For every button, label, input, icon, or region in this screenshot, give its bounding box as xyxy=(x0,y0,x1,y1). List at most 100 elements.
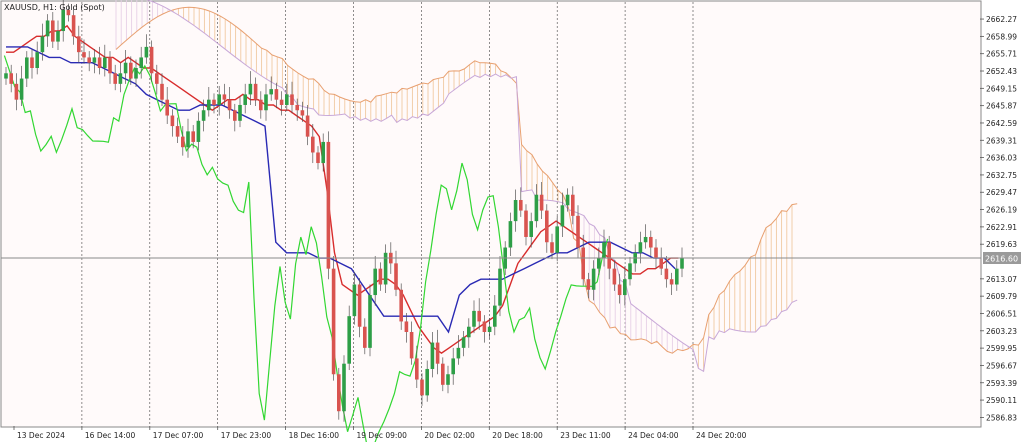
price-tick-label: 2603.23 xyxy=(986,327,1017,336)
candle-body xyxy=(524,210,528,237)
candle-body xyxy=(649,236,653,248)
candle-body xyxy=(612,268,617,285)
candle-body xyxy=(342,363,346,412)
price-tick-label: 2662.27 xyxy=(986,15,1017,24)
price-tick-label: 2590.11 xyxy=(986,396,1017,405)
candle-body xyxy=(253,83,258,100)
time-tick-label: 23 Dec 11:00 xyxy=(560,431,611,440)
candle-body xyxy=(399,289,403,322)
time-tick-label: 24 Dec 20:00 xyxy=(696,431,747,440)
candle-body xyxy=(472,310,476,327)
candle-body xyxy=(326,141,331,269)
candle-body xyxy=(555,226,559,253)
candle-body xyxy=(274,89,279,100)
candle-body xyxy=(513,200,518,222)
candle-body xyxy=(233,110,237,121)
candle-body xyxy=(441,363,445,385)
candle-body xyxy=(519,200,523,211)
time-tick-label: 13 Dec 2024 xyxy=(17,431,65,440)
candle-body xyxy=(217,94,221,105)
candle-body xyxy=(623,279,627,296)
candle-body xyxy=(638,242,643,253)
candle-body xyxy=(628,263,632,280)
candle-body xyxy=(347,316,351,364)
candle-body xyxy=(456,347,461,359)
candle-body xyxy=(643,236,648,243)
candle-body xyxy=(576,215,580,248)
candle-body xyxy=(675,268,679,285)
candle-body xyxy=(581,247,585,280)
candle-body xyxy=(545,210,549,243)
candle-body xyxy=(467,326,471,338)
candle-body xyxy=(550,242,554,253)
candle-body xyxy=(352,284,357,317)
candle-body xyxy=(144,46,149,58)
price-tick-label: 2593.39 xyxy=(986,379,1017,388)
candle-body xyxy=(222,94,227,100)
candle-body xyxy=(446,374,450,385)
candle-body xyxy=(404,321,409,333)
candle-body xyxy=(259,99,263,111)
candle-body xyxy=(77,36,81,53)
candle-body xyxy=(35,52,39,69)
candle-body xyxy=(19,78,24,100)
time-tick-label: 20 Dec 18:00 xyxy=(492,431,543,440)
price-tick-label: 2613.07 xyxy=(986,275,1017,284)
candle-body xyxy=(4,73,8,79)
candle-body xyxy=(659,258,663,269)
candle-body xyxy=(186,131,190,148)
price-tick-label: 2626.19 xyxy=(986,206,1017,215)
candle-body xyxy=(337,374,341,412)
candle-body xyxy=(529,221,533,237)
candle-body xyxy=(508,221,513,248)
candle-body xyxy=(30,57,34,69)
time-tick-label: 20 Dec 02:00 xyxy=(424,431,475,440)
candle-body xyxy=(409,332,414,359)
candle-body xyxy=(87,57,91,63)
candle-body xyxy=(300,110,305,116)
candle-body xyxy=(602,242,606,259)
candle-body xyxy=(680,258,684,269)
candle-body xyxy=(243,94,247,105)
candle-body xyxy=(191,131,195,142)
current-price-label: 2616.60 xyxy=(985,255,1018,264)
candle-body xyxy=(51,20,55,42)
candle-body xyxy=(45,20,50,37)
candle-body xyxy=(539,194,544,211)
candle-body xyxy=(482,321,487,333)
candle-body xyxy=(669,279,674,285)
candle-body xyxy=(451,358,455,375)
candle-body xyxy=(368,295,372,348)
candle-body xyxy=(9,73,13,84)
candle-body xyxy=(175,126,180,137)
candle-body xyxy=(92,57,97,63)
price-tick-label: 2632.75 xyxy=(986,171,1017,180)
time-tick-label: 19 Dec 09:00 xyxy=(357,431,408,440)
price-tick-label: 2639.31 xyxy=(986,136,1017,145)
candle-body xyxy=(305,115,310,137)
price-tick-label: 2629.47 xyxy=(986,188,1017,197)
time-tick-label: 17 Dec 07:00 xyxy=(153,431,204,440)
time-tick-label: 18 Dec 16:00 xyxy=(289,431,340,440)
candle-body xyxy=(40,36,45,53)
candle-body xyxy=(139,57,143,69)
price-tick-label: 2609.79 xyxy=(986,292,1017,301)
candle-body xyxy=(290,94,294,105)
candle-body xyxy=(181,136,185,148)
candle-body xyxy=(373,268,377,296)
candle-body xyxy=(331,268,336,375)
candle-body xyxy=(607,242,611,269)
candle-body xyxy=(378,268,383,285)
price-tick-label: 2619.63 xyxy=(986,240,1017,249)
price-chart[interactable]: 2662.27 2658.99 2655.71 2652.43 2649.15 2645.… xyxy=(0,0,1024,442)
candle-body xyxy=(654,247,658,259)
candle-body xyxy=(357,284,362,327)
candle-body xyxy=(61,9,65,32)
price-tick-label: 2586.83 xyxy=(986,413,1017,422)
candle-body xyxy=(591,268,596,290)
price-tick-label: 2622.91 xyxy=(986,223,1017,232)
current-price-badge: 2616.60 xyxy=(983,252,1021,264)
candle-body xyxy=(207,99,211,111)
candle-body xyxy=(534,194,539,222)
price-tick-label: 2636.03 xyxy=(986,154,1017,163)
